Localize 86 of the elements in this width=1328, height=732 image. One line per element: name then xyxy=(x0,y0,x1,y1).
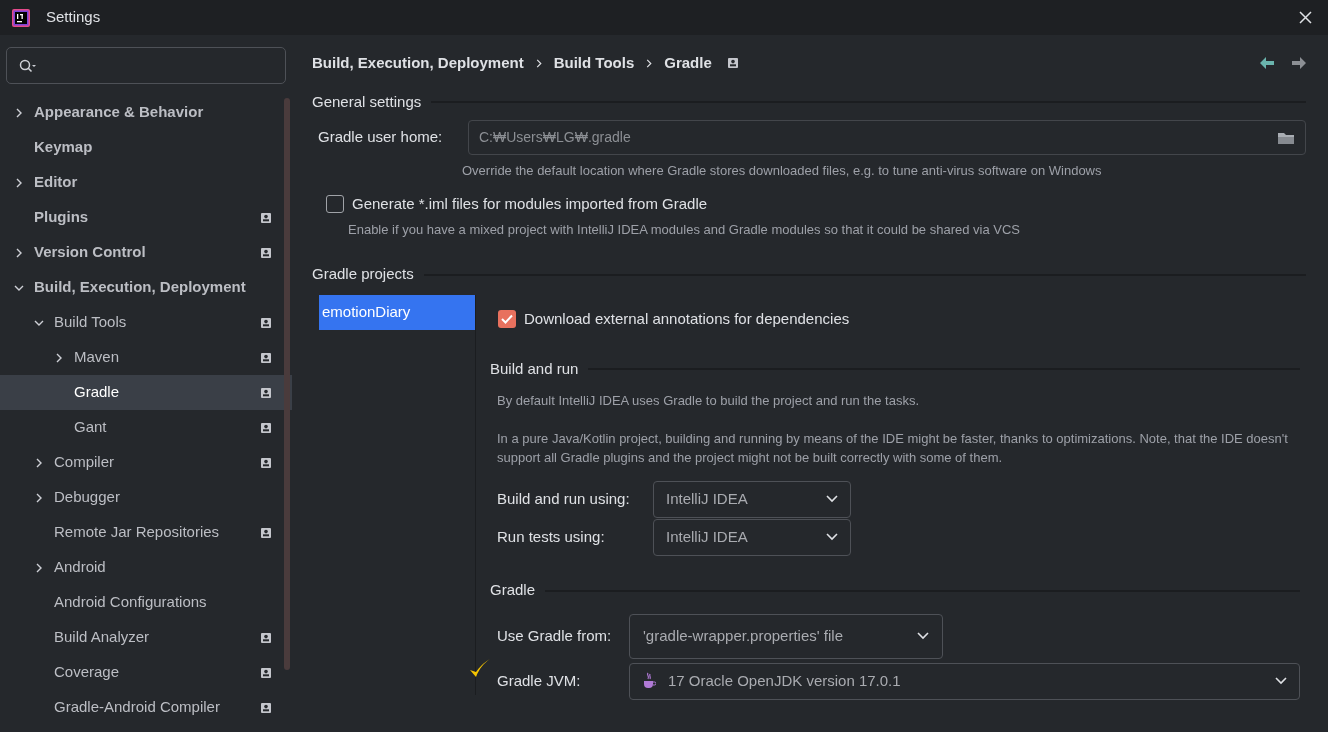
tree-item-label: Gradle xyxy=(74,382,120,403)
section-title: Gradle xyxy=(490,580,536,601)
tree-item-label: Gradle-Android Compiler xyxy=(54,697,220,718)
breadcrumb-link[interactable]: Build Tools xyxy=(553,51,635,75)
chevron-right-icon[interactable] xyxy=(14,177,24,188)
tree-item-label: Build, Execution, Deployment xyxy=(34,277,246,298)
checkbox-label[interactable]: Generate *.iml files for modules imported from Gradle xyxy=(352,192,708,215)
tree-item[interactable]: Appearance & Behavior xyxy=(0,95,292,130)
tree-item[interactable]: Editor xyxy=(0,165,292,200)
field-label: Use Gradle from: xyxy=(497,625,613,646)
chevron-right-icon[interactable] xyxy=(14,247,24,258)
tree-item[interactable]: Maven xyxy=(0,340,292,375)
chevron-right-icon[interactable] xyxy=(54,352,64,363)
tree-item-label: Build Analyzer xyxy=(54,627,150,648)
field-label: Gradle JVM: xyxy=(497,670,582,691)
tree-item[interactable]: Keymap xyxy=(0,130,292,165)
breadcrumb-link[interactable]: Build, Execution, Deployment xyxy=(312,51,524,75)
tree-item[interactable]: Build, Execution, Deployment xyxy=(0,270,292,305)
tree-item[interactable]: Debugger xyxy=(0,480,292,515)
project-item[interactable]: emotionDiary xyxy=(319,294,475,330)
tests-using-dropdown[interactable]: IntelliJ IDEA xyxy=(653,518,851,556)
description-text: In a pure Java/Kotlin project, building and running by means of the IDE might be faster, thanks to optimizations. Note, that the IDE doesn't support all Gradle plugins and the project might not be built correctly with some of them. xyxy=(497,429,1289,467)
chevron-right-icon xyxy=(646,58,653,68)
tree-item-label: Keymap xyxy=(34,137,93,158)
tree-item[interactable]: Android xyxy=(0,550,292,585)
chevron-right-icon xyxy=(535,58,542,68)
back-arrow-icon[interactable] xyxy=(1260,57,1274,69)
description-text: By default IntelliJ IDEA uses Gradle to build the project and run the tasks. xyxy=(497,392,920,410)
tree-item[interactable]: Gant xyxy=(0,410,292,445)
forward-arrow-icon[interactable] xyxy=(1292,57,1306,69)
tree-item-label: Maven xyxy=(74,347,120,368)
tree-item[interactable]: Build Analyzer xyxy=(0,620,292,655)
tree-item-label: Remote Jar Repositories xyxy=(54,522,220,543)
dropdown-caret-icon xyxy=(917,632,929,640)
dropdown-caret-icon xyxy=(1275,677,1287,685)
tree-item[interactable]: Gradle xyxy=(0,375,292,410)
chevron-right-icon[interactable] xyxy=(14,107,24,118)
tree-item[interactable]: Coverage xyxy=(0,655,292,690)
tree-item-label: Compiler xyxy=(54,452,114,473)
field-label: Build and run using: xyxy=(497,488,631,509)
gradle-source-dropdown[interactable]: 'gradle-wrapper.properties' file xyxy=(629,613,943,659)
tree-item[interactable]: Version Control xyxy=(0,235,292,270)
dropdown-caret-icon xyxy=(826,533,838,541)
tree-item-label: Coverage xyxy=(54,662,120,683)
search-icon xyxy=(19,58,37,73)
tree-item-label: Android xyxy=(54,557,106,578)
user-home-field[interactable]: C:₩Users₩LG₩.gradle xyxy=(468,120,1306,155)
window-title: Settings xyxy=(46,7,101,28)
breadcrumb-link[interactable]: Gradle xyxy=(664,51,712,75)
tree-item-label: Gant xyxy=(74,417,107,438)
tree-item-label: Appearance & Behavior xyxy=(34,102,204,123)
chevron-right-icon[interactable] xyxy=(34,562,44,573)
tree-item-label: Version Control xyxy=(34,242,146,263)
checkbox-label[interactable]: Download external annotations for dependencies xyxy=(524,307,850,330)
gradle-jvm-dropdown[interactable]: 17 Oracle OpenJDK version 17.0.1 xyxy=(629,662,1300,700)
app-logo-icon xyxy=(12,8,30,27)
search-field[interactable] xyxy=(6,47,286,84)
folder-icon[interactable] xyxy=(1277,130,1295,145)
field-label: Gradle user home: xyxy=(318,127,444,148)
checkbox[interactable] xyxy=(326,194,344,213)
tree-item-label: Plugins xyxy=(34,207,89,228)
user-square-icon xyxy=(727,58,738,68)
checkbox[interactable] xyxy=(498,309,516,328)
tree-item[interactable]: Build Tools xyxy=(0,305,292,340)
field-label: Run tests using: xyxy=(497,526,606,547)
dropdown-caret-icon xyxy=(826,495,838,503)
tree-item-label: Editor xyxy=(34,172,78,193)
build-using-dropdown[interactable]: IntelliJ IDEA xyxy=(653,480,851,518)
hint-text: Enable if you have a mixed project with IntelliJ IDEA modules and Gradle modules so that it could be shared via VCS xyxy=(348,221,1022,239)
coffee-cup-icon xyxy=(642,672,656,690)
tree-item[interactable]: Android Configurations xyxy=(0,585,292,620)
tree-item-label: Android Configurations xyxy=(54,592,207,613)
scrollbar[interactable] xyxy=(284,98,290,670)
hint-text: Override the default location where Gradle stores downloaded files, e.g. to tune anti-virus software on Windows xyxy=(462,162,1103,180)
tree-item-label: Build Tools xyxy=(54,312,127,333)
section-title: General settings xyxy=(312,91,422,112)
tree-item-label: Debugger xyxy=(54,487,120,508)
chevron-right-icon[interactable] xyxy=(34,492,44,503)
tree-item[interactable]: Plugins xyxy=(0,200,292,235)
section-title: Gradle projects xyxy=(312,264,414,285)
tree-item[interactable]: Remote Jar Repositories xyxy=(0,515,292,550)
tree-item[interactable]: Compiler xyxy=(0,445,292,480)
chevron-right-icon[interactable] xyxy=(34,457,44,468)
section-title: Build and run xyxy=(490,358,579,379)
close-icon[interactable] xyxy=(1299,11,1312,24)
tree-item[interactable]: Gradle-Android Compiler xyxy=(0,690,292,725)
